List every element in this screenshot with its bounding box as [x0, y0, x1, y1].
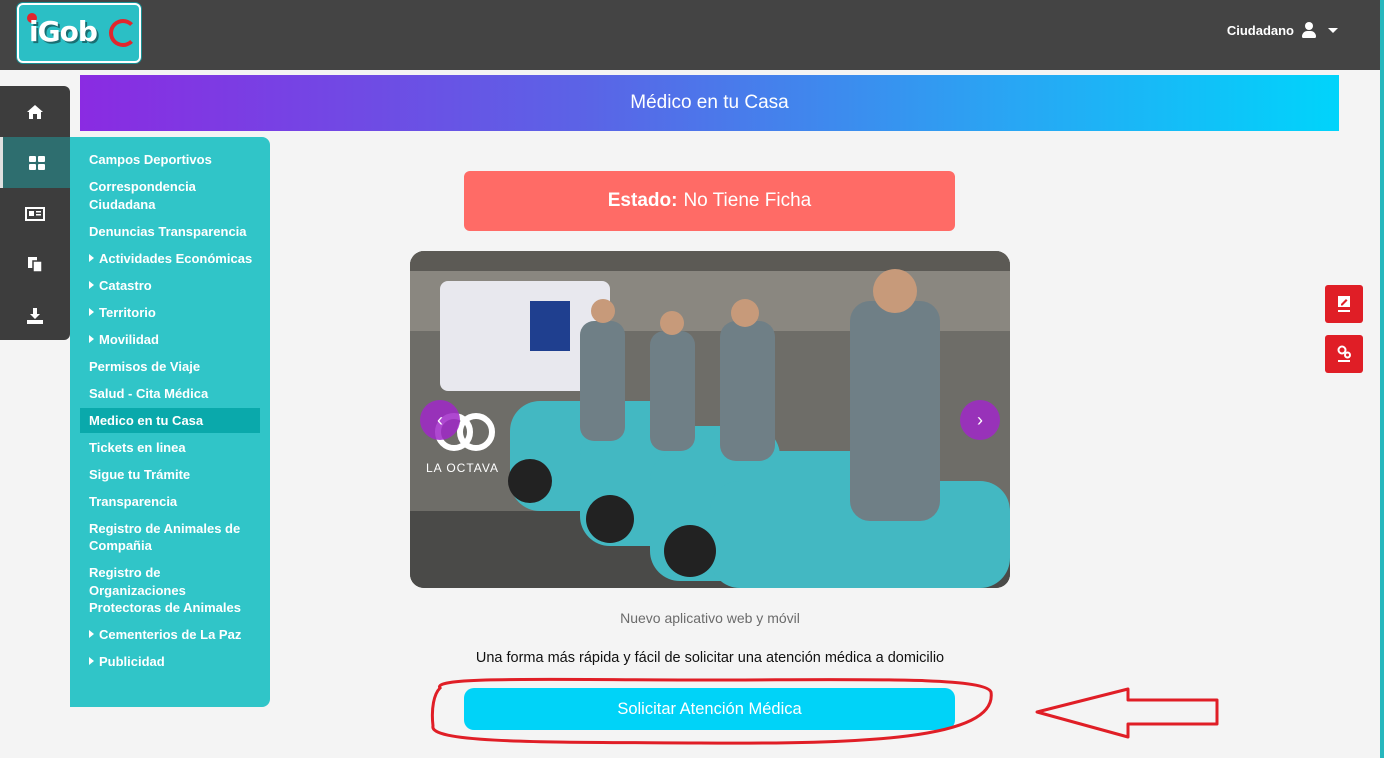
- status-value: No Tiene Ficha: [683, 190, 812, 211]
- menu-item-catastro[interactable]: Catastro: [70, 277, 270, 295]
- caret-right-icon: [89, 307, 94, 316]
- caret-right-icon: [89, 253, 94, 262]
- documents-nav-button[interactable]: [0, 239, 70, 290]
- home-icon: [27, 104, 43, 119]
- menu-item-salud[interactable]: Salud - Cita Médica: [70, 385, 270, 403]
- service-description: Una forma más rápida y fácil de solicita…: [475, 650, 945, 666]
- solicitar-atencion-button[interactable]: Solicitar Atención Médica: [464, 688, 955, 730]
- edit-document-button[interactable]: [1325, 285, 1363, 323]
- status-label: Estado:: [607, 190, 678, 211]
- menu-item-territorio[interactable]: Territorio: [70, 304, 270, 322]
- right-edge-bar: [1380, 0, 1388, 758]
- logo-text: iGob: [29, 15, 98, 48]
- logo-swirl-icon: [109, 19, 137, 47]
- menu-item-publicidad[interactable]: Publicidad: [70, 653, 270, 671]
- chevron-right-icon: ›: [977, 409, 983, 430]
- menu-item-tickets[interactable]: Tickets en linea: [70, 439, 270, 457]
- user-label: Ciudadano: [1226, 22, 1294, 38]
- user-menu[interactable]: Ciudadano: [1227, 22, 1338, 38]
- menu-item-campos-deportivos[interactable]: Campos Deportivos: [70, 151, 270, 169]
- news-nav-button[interactable]: [0, 188, 70, 239]
- documents-icon: [28, 257, 43, 273]
- carousel-watermark: LA OCTAVA: [426, 461, 500, 475]
- home-nav-button[interactable]: [0, 86, 70, 137]
- user-icon: [1302, 22, 1316, 38]
- edit-document-icon: [1338, 296, 1350, 312]
- menu-item-denuncias[interactable]: Denuncias Transparencia: [70, 223, 270, 241]
- image-carousel[interactable]: LA OCTAVA ‹ ›: [410, 251, 1010, 588]
- page-title: Médico en tu Casa: [630, 92, 789, 113]
- newspaper-icon: [25, 206, 45, 221]
- menu-item-sigue-tramite[interactable]: Sigue tu Trámite: [70, 466, 270, 484]
- settings-button[interactable]: [1325, 335, 1363, 373]
- menu-item-permisos[interactable]: Permisos de Viaje: [70, 358, 270, 376]
- pointer-arrow-icon: [1035, 687, 1219, 739]
- menu-item-transparencia[interactable]: Transparencia: [70, 493, 270, 511]
- caret-right-icon: [89, 280, 94, 289]
- settings-gears-icon: [1337, 345, 1351, 362]
- download-nav-button[interactable]: [0, 290, 70, 341]
- menu-item-actividades[interactable]: Actividades Económicas: [70, 250, 270, 268]
- menu-item-registro-animales[interactable]: Registro de Animales de Compañia: [70, 520, 270, 555]
- caret-right-icon: [89, 334, 94, 343]
- page-title-banner: Médico en tu Casa: [80, 75, 1339, 131]
- carousel-photo: [410, 251, 1010, 588]
- chevron-left-icon: ‹: [437, 409, 443, 430]
- menu-item-registro-organizaciones[interactable]: Registro de Organizaciones Protectoras d…: [70, 564, 270, 617]
- caret-down-icon: [1328, 27, 1338, 33]
- services-menu: Campos Deportivos Correspondencia Ciudad…: [70, 137, 270, 707]
- grid-icon: [28, 155, 45, 170]
- icon-sidebar: [0, 86, 70, 340]
- download-icon: [27, 307, 43, 324]
- status-badge: Estado: No Tiene Ficha: [464, 171, 955, 231]
- carousel-prev-button[interactable]: ‹: [420, 400, 460, 440]
- igob-logo[interactable]: iGob: [17, 3, 141, 63]
- menu-item-movilidad[interactable]: Movilidad: [70, 331, 270, 349]
- caret-right-icon: [89, 657, 94, 665]
- top-bar: iGob Ciudadano: [0, 0, 1388, 70]
- menu-item-cementerios[interactable]: Cementerios de La Paz: [70, 626, 270, 644]
- grid-nav-button[interactable]: [0, 137, 70, 188]
- menu-item-medico-en-casa[interactable]: Medico en tu Casa: [80, 407, 260, 433]
- carousel-next-button[interactable]: ›: [960, 400, 1000, 440]
- menu-item-correspondencia[interactable]: Correspondencia Ciudadana: [70, 178, 270, 213]
- carousel-caption: Nuevo aplicativo web y móvil: [620, 610, 800, 626]
- caret-right-icon: [89, 630, 94, 638]
